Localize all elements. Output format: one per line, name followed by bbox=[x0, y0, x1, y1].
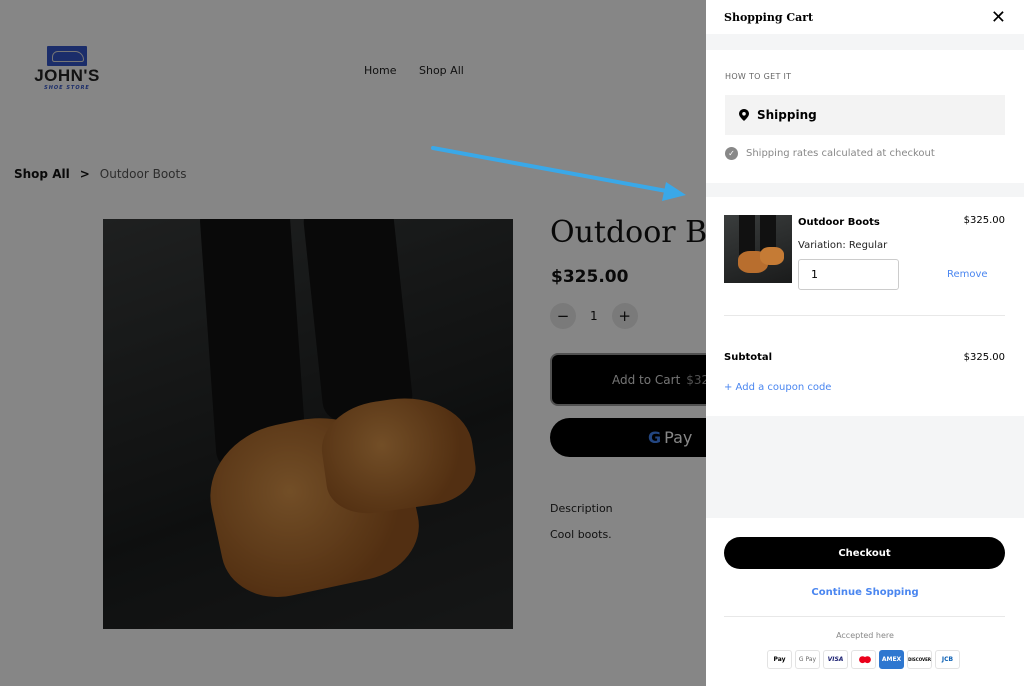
delivery-section: HOW TO GET IT Shipping ✓ Shipping rates c… bbox=[706, 50, 1024, 183]
apple-pay-icon: Pay bbox=[767, 650, 792, 669]
continue-shopping-link[interactable]: Continue Shopping bbox=[706, 587, 1024, 598]
divider bbox=[724, 315, 1005, 316]
how-to-get-label: HOW TO GET IT bbox=[725, 72, 792, 81]
shipping-option[interactable]: Shipping bbox=[725, 95, 1005, 135]
cart-title: Shopping Cart bbox=[724, 10, 814, 24]
accepted-label: Accepted here bbox=[836, 631, 894, 640]
discover-icon: DISCOVER bbox=[907, 650, 932, 669]
cart-header: Shopping Cart ✕ bbox=[706, 0, 1024, 34]
location-pin-icon bbox=[739, 109, 749, 121]
visa-icon: VISA bbox=[823, 650, 848, 669]
jcb-icon: JCB bbox=[935, 650, 960, 669]
subtotal-value: $325.00 bbox=[963, 352, 1005, 363]
cart-items-section: Outdoor Boots Variation: Regular $325.00… bbox=[706, 197, 1024, 416]
amex-icon: AMEX bbox=[879, 650, 904, 669]
divider bbox=[724, 616, 1005, 617]
subtotal-label: Subtotal bbox=[724, 352, 773, 363]
shipping-note: Shipping rates calculated at checkout bbox=[746, 148, 935, 159]
item-price: $325.00 bbox=[963, 215, 1005, 226]
item-name[interactable]: Outdoor Boots bbox=[798, 217, 880, 228]
cart-footer: Checkout Continue Shopping Accepted here… bbox=[706, 518, 1024, 686]
shipping-method: Shipping bbox=[757, 108, 817, 122]
shopping-cart-panel: Shopping Cart ✕ HOW TO GET IT Shipping ✓… bbox=[706, 0, 1024, 686]
mastercard-icon: ●● bbox=[851, 650, 876, 669]
google-pay-icon: G Pay bbox=[795, 650, 820, 669]
checkout-button[interactable]: Checkout bbox=[724, 537, 1005, 569]
add-coupon-link[interactable]: + Add a coupon code bbox=[724, 382, 831, 393]
item-quantity-input[interactable] bbox=[798, 259, 899, 290]
check-circle-icon: ✓ bbox=[725, 147, 738, 160]
close-icon[interactable]: ✕ bbox=[991, 7, 1006, 28]
item-thumbnail bbox=[724, 215, 792, 283]
remove-item-link[interactable]: Remove bbox=[947, 269, 988, 280]
payment-methods: Pay G Pay VISA ●● AMEX DISCOVER JCB bbox=[767, 650, 960, 669]
item-variation: Variation: Regular bbox=[798, 240, 888, 251]
